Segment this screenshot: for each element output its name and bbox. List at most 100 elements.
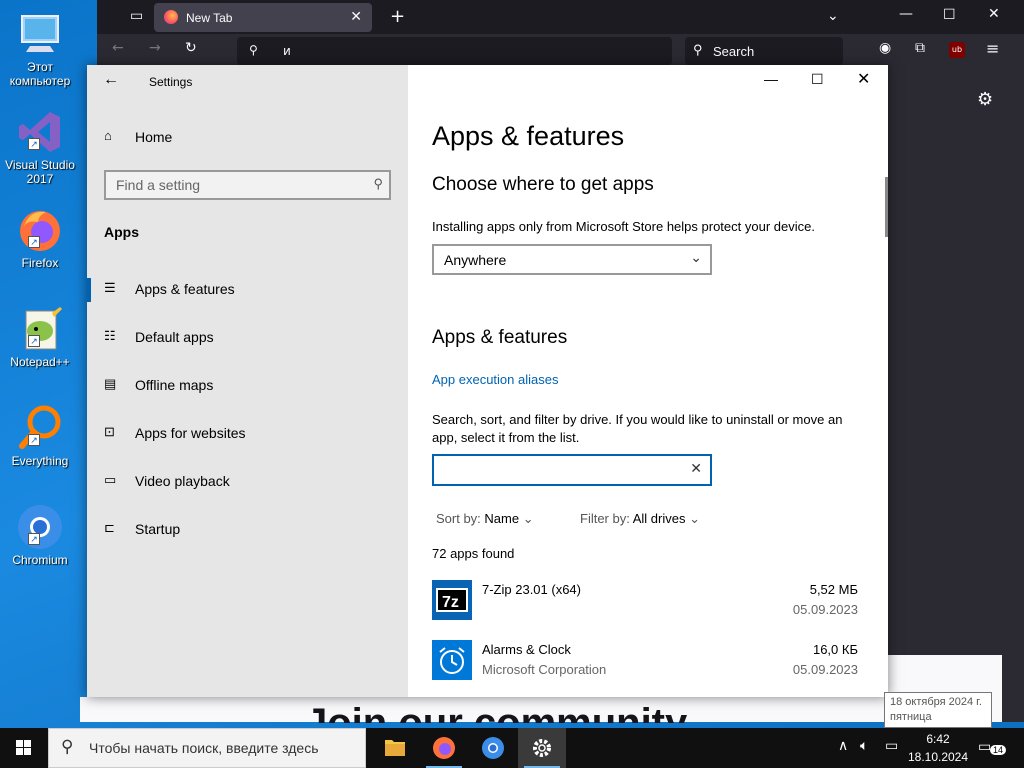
menu-hamburger-icon[interactable]: ≡ bbox=[986, 39, 999, 58]
search-icon: ⚲ bbox=[693, 42, 703, 57]
app-source-dropdown[interactable]: Anywhere ⌄ bbox=[432, 244, 712, 275]
nav-startup[interactable]: ⊏ Startup bbox=[87, 510, 408, 550]
web-app-icon: ⊡ bbox=[104, 424, 115, 439]
clock-date: 18.10.2024 bbox=[907, 750, 969, 764]
sort-by-dropdown[interactable]: Sort by: Name ⌄ bbox=[436, 511, 534, 527]
alarm-clock-icon bbox=[432, 640, 472, 680]
desktop-icon-label: Firefox bbox=[21, 256, 59, 270]
desktop-icon-notepadpp[interactable]: ↗ Notepad++ bbox=[2, 305, 78, 369]
nav-apps-features[interactable]: ☰ Apps & features bbox=[87, 270, 408, 310]
shortcut-arrow-icon: ↗ bbox=[28, 335, 40, 347]
find-setting-input[interactable]: Find a setting ⚲ bbox=[104, 170, 391, 200]
search-apps-input[interactable]: ✕ bbox=[432, 454, 712, 486]
chevron-down-icon: ⌄ bbox=[690, 249, 702, 265]
app-size: 5,52 МБ bbox=[809, 582, 858, 597]
nav-apps-for-websites[interactable]: ⊡ Apps for websites bbox=[87, 414, 408, 454]
url-input[interactable]: и bbox=[283, 44, 291, 58]
reload-icon[interactable]: ↻ bbox=[185, 40, 197, 56]
search-description: Search, sort, and filter by drive. If yo… bbox=[432, 412, 843, 445]
folder-icon bbox=[385, 740, 405, 756]
desktop-icon-chromium[interactable]: ↗ Chromium bbox=[2, 503, 78, 567]
app-list-item[interactable]: 7z 7-Zip 23.01 (x64) 5,52 МБ 05.09.2023 bbox=[432, 580, 858, 624]
nav-home[interactable]: ⌂ Home bbox=[87, 118, 408, 158]
desktop-icon-visual-studio[interactable]: ↗ Visual Studio 2017 bbox=[2, 108, 78, 186]
taskbar-firefox[interactable] bbox=[420, 728, 468, 768]
filter-by-dropdown[interactable]: Filter by: All drives ⌄ bbox=[580, 511, 700, 527]
tooltip-date: 18 октября 2024 г. bbox=[890, 696, 982, 708]
nav-default-apps[interactable]: ☷ Default apps bbox=[87, 318, 408, 358]
windows-logo-icon bbox=[16, 740, 31, 755]
nav-label: Default apps bbox=[135, 329, 214, 345]
navigation-toolbar: ← → ↻ ⚲ и ⚲ Search ◉ ⧉ ub ≡ bbox=[97, 34, 1024, 67]
section-heading: Apps bbox=[104, 224, 139, 240]
nav-label: Startup bbox=[135, 521, 181, 537]
account-icon[interactable]: ◉ bbox=[879, 40, 891, 56]
shortcut-arrow-icon: ↗ bbox=[28, 138, 40, 150]
desktop-icon-everything[interactable]: ↗ Everything bbox=[2, 404, 78, 468]
taskbar-file-explorer[interactable] bbox=[371, 728, 419, 768]
new-tab-plus-icon[interactable]: + bbox=[390, 6, 405, 27]
notification-icon: ▭ bbox=[978, 739, 992, 755]
chevron-down-icon: ⌄ bbox=[522, 511, 534, 526]
scrollbar[interactable] bbox=[885, 177, 888, 237]
close-tab-icon[interactable]: ✕ bbox=[350, 8, 362, 25]
visual-studio-icon: ↗ bbox=[16, 108, 64, 156]
chromium-icon bbox=[482, 737, 504, 759]
tooltip-weekday: пятница bbox=[890, 711, 932, 723]
taskbar-search-box[interactable]: ⚲ Чтобы начать поиск, введите здесь bbox=[48, 728, 366, 768]
tab-title: New Tab bbox=[186, 11, 233, 25]
maximize-icon[interactable]: ☐ bbox=[943, 7, 956, 23]
extensions-puzzle-icon[interactable]: ⧉ bbox=[915, 40, 925, 56]
chevron-up-icon[interactable]: ∧ bbox=[838, 738, 848, 754]
close-icon[interactable]: ✕ bbox=[857, 69, 870, 89]
taskbar: ⚲ Чтобы начать поиск, введите здесь ∧ 🔈︎… bbox=[0, 728, 1024, 768]
tab-manager-icon[interactable]: ▭ bbox=[130, 8, 143, 24]
shortcut-arrow-icon: ↗ bbox=[28, 533, 40, 545]
taskbar-settings[interactable] bbox=[518, 728, 566, 768]
volume-muted-icon[interactable]: 🔈︎ bbox=[860, 738, 868, 754]
desktop-icon-this-pc[interactable]: Этот компьютер bbox=[2, 10, 78, 88]
nav-label: Apps for websites bbox=[135, 425, 246, 441]
close-window-icon[interactable]: ✕ bbox=[988, 6, 1000, 22]
nav-video-playback[interactable]: ▭ Video playback bbox=[87, 462, 408, 502]
nav-label: Home bbox=[135, 129, 173, 145]
list-tabs-chevron-icon[interactable]: ⌄ bbox=[827, 8, 839, 24]
choose-apps-description: Installing apps only from Microsoft Stor… bbox=[432, 219, 815, 234]
search-bar[interactable]: ⚲ Search bbox=[685, 37, 843, 65]
choose-apps-heading: Choose where to get apps bbox=[432, 174, 654, 195]
notification-center[interactable]: ▭ 14 bbox=[978, 736, 1008, 760]
clear-icon[interactable]: ✕ bbox=[690, 460, 702, 477]
everything-search-icon: ↗ bbox=[16, 404, 64, 452]
tab-new-tab[interactable]: New Tab ✕ bbox=[154, 3, 372, 32]
taskbar-chromium[interactable] bbox=[469, 728, 517, 768]
url-bar[interactable]: ⚲ и bbox=[237, 37, 672, 65]
minimize-icon[interactable]: — bbox=[764, 71, 778, 87]
start-button[interactable] bbox=[0, 728, 48, 768]
nav-label: Video playback bbox=[135, 473, 230, 489]
ublock-origin-icon[interactable]: ub bbox=[949, 42, 965, 58]
nav-offline-maps[interactable]: ▤ Offline maps bbox=[87, 366, 408, 406]
video-icon: ▭ bbox=[104, 472, 117, 487]
find-placeholder: Find a setting bbox=[116, 177, 201, 193]
gear-icon[interactable]: ⚙ bbox=[977, 89, 993, 110]
maximize-icon[interactable]: ☐ bbox=[811, 71, 824, 88]
page-heading: Join our community bbox=[305, 701, 688, 723]
tab-bar: ▭ New Tab ✕ + ⌄ — ☐ ✕ bbox=[97, 0, 1024, 34]
desktop-icon-firefox[interactable]: ↗ Firefox bbox=[2, 206, 78, 270]
back-arrow-icon[interactable]: ← bbox=[103, 71, 119, 89]
shortcut-arrow-icon: ↗ bbox=[28, 236, 40, 248]
back-arrow-icon[interactable]: ← bbox=[112, 40, 124, 56]
network-icon[interactable]: ▭ bbox=[885, 738, 898, 754]
chromium-icon: ↗ bbox=[16, 503, 64, 551]
sort-value: Name bbox=[484, 511, 520, 526]
app-list-item[interactable]: Alarms & Clock Microsoft Corporation 16,… bbox=[432, 640, 858, 684]
apps-count: 72 apps found bbox=[432, 546, 515, 561]
app-publisher: Microsoft Corporation bbox=[482, 662, 607, 677]
forward-arrow-icon[interactable]: → bbox=[149, 40, 161, 56]
firefox-icon bbox=[433, 737, 455, 759]
search-icon: ⚲ bbox=[249, 43, 258, 57]
app-execution-aliases-link[interactable]: App execution aliases bbox=[432, 372, 558, 387]
taskbar-clock[interactable]: 6:42 18.10.2024 bbox=[906, 728, 970, 768]
home-icon: ⌂ bbox=[104, 128, 112, 143]
minimize-icon[interactable]: — bbox=[899, 6, 913, 22]
